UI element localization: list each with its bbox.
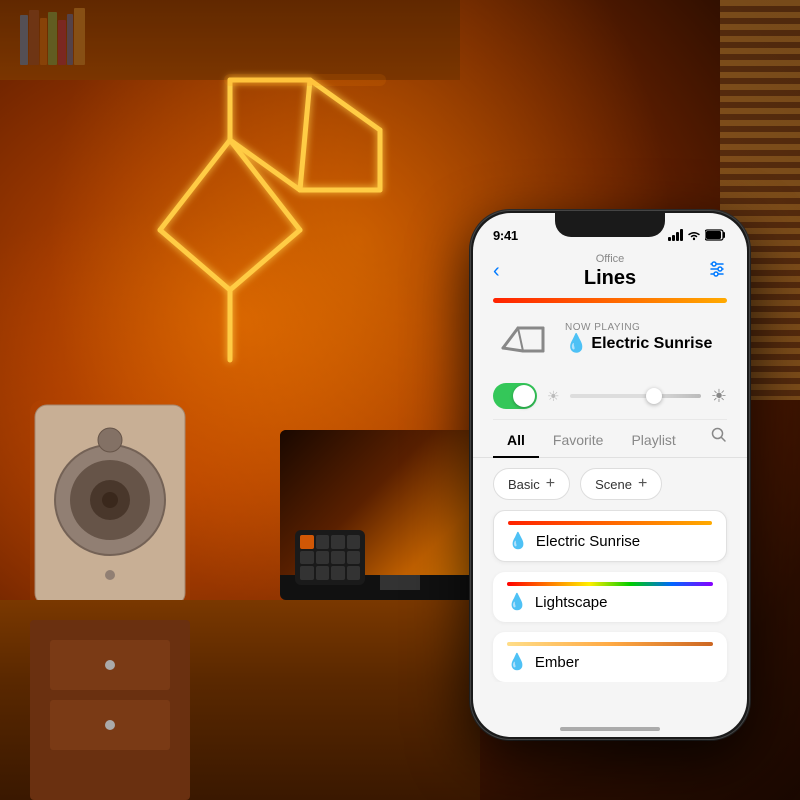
electric-sunrise-color-bar: [508, 521, 712, 525]
phone-notch: [555, 213, 665, 237]
lightscape-color-bar: [507, 582, 713, 586]
desk: [0, 600, 480, 800]
back-button[interactable]: ‹: [493, 260, 523, 283]
current-scene-name: 💧 Electric Sunrise: [565, 333, 727, 354]
scene-list: 💧 Electric Sunrise 💧 Lightscape: [473, 510, 747, 682]
scene-item-ember[interactable]: 💧 Ember: [493, 632, 727, 682]
tab-favorite[interactable]: Favorite: [539, 426, 618, 458]
home-indicator: [560, 727, 660, 731]
controls-row: ☀ ☀: [473, 373, 747, 419]
brightness-slider[interactable]: [570, 394, 701, 398]
power-toggle[interactable]: [493, 383, 537, 409]
drop-icon-2: 💧: [507, 592, 527, 612]
nav-subtitle: Office: [523, 253, 697, 266]
categories-row: Basic + Scene +: [473, 458, 747, 510]
phone-device: 9:41: [470, 210, 750, 740]
brightness-high-icon: ☀: [711, 386, 727, 407]
tab-playlist[interactable]: Playlist: [617, 426, 689, 458]
nav-header: ‹ Office Lines: [473, 249, 747, 298]
drop-icon-1: 💧: [508, 531, 528, 551]
ember-color-bar: [507, 642, 713, 646]
nav-main-title: Lines: [523, 266, 697, 290]
phone-screen: 9:41: [473, 213, 747, 737]
speaker: [30, 400, 190, 610]
status-icons: [668, 229, 727, 241]
basic-category-button[interactable]: Basic +: [493, 468, 570, 500]
wifi-icon: [687, 229, 701, 241]
brightness-thumb: [646, 388, 662, 404]
scene-item-electric-sunrise[interactable]: 💧 Electric Sunrise: [493, 510, 727, 562]
drop-icon-3: 💧: [507, 652, 527, 672]
nav-title-area: Office Lines: [523, 253, 697, 290]
phone-shell: 9:41: [470, 210, 750, 740]
status-time: 9:41: [493, 228, 518, 243]
light-strips: [80, 60, 460, 380]
brightness-low-icon: ☀: [547, 388, 560, 405]
scene-label-ember: Ember: [535, 654, 579, 671]
scene-label-electric-sunrise: Electric Sunrise: [536, 533, 640, 550]
toggle-thumb: [513, 385, 535, 407]
scene-category-button[interactable]: Scene +: [580, 468, 662, 500]
scene-item-lightscape[interactable]: 💧 Lightscape: [493, 572, 727, 622]
signal-icon: [668, 229, 683, 241]
device-shape-icon: [493, 313, 553, 363]
scene-label-lightscape: Lightscape: [535, 594, 608, 611]
tabs-row: All Favorite Playlist: [473, 420, 747, 458]
settings-button[interactable]: [697, 259, 727, 284]
tab-all[interactable]: All: [493, 426, 539, 458]
device-info: Now Playing 💧 Electric Sunrise: [565, 322, 727, 354]
desk-controller: [295, 530, 365, 585]
device-preview: Now Playing 💧 Electric Sunrise: [473, 303, 747, 373]
battery-icon: [705, 229, 727, 241]
now-playing-label: Now Playing: [565, 322, 727, 333]
search-button[interactable]: [711, 427, 727, 456]
